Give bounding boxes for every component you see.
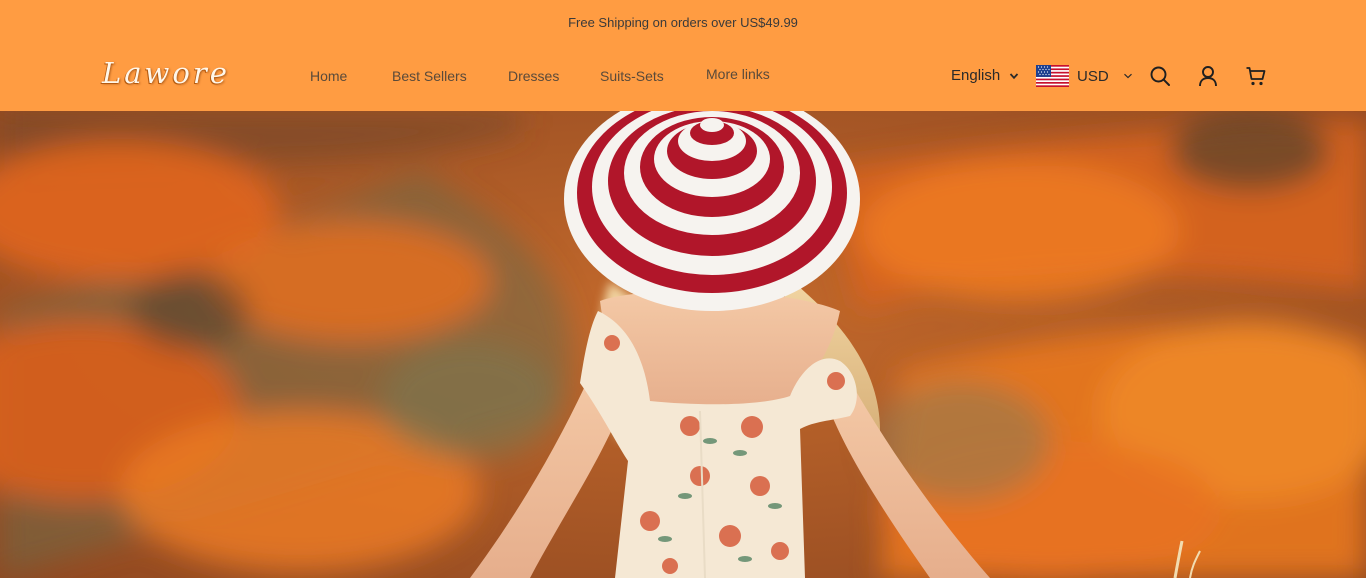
site-header: Lawore Home Best Sellers Dresses Suits-S…	[0, 44, 1366, 111]
announcement-text: Free Shipping on orders over US$49.99	[568, 14, 798, 30]
nav-dresses[interactable]: Dresses	[508, 68, 559, 84]
nav-best-sellers[interactable]: Best Sellers	[392, 68, 467, 84]
search-icon[interactable]	[1149, 65, 1171, 87]
hero-banner[interactable]	[0, 111, 1366, 578]
user-icon[interactable]	[1197, 65, 1219, 87]
hero-image	[0, 111, 1366, 578]
nav-suits-sets[interactable]: Suits-Sets	[600, 68, 664, 84]
us-flag-icon	[1036, 65, 1069, 87]
currency-label: USD	[1077, 67, 1109, 85]
currency-selector[interactable]: USD	[1036, 65, 1133, 87]
cart-icon[interactable]	[1245, 65, 1267, 87]
nav-more-links[interactable]: More links	[706, 66, 770, 82]
announcement-bar: Free Shipping on orders over US$49.99	[0, 0, 1366, 44]
language-label: English	[951, 67, 1001, 84]
nav-home[interactable]: Home	[310, 68, 347, 84]
language-selector[interactable]: English	[951, 67, 1019, 84]
chevron-down-icon	[1010, 72, 1019, 79]
brand-logo[interactable]: Lawore	[102, 56, 230, 90]
chevron-down-icon	[1123, 73, 1132, 79]
